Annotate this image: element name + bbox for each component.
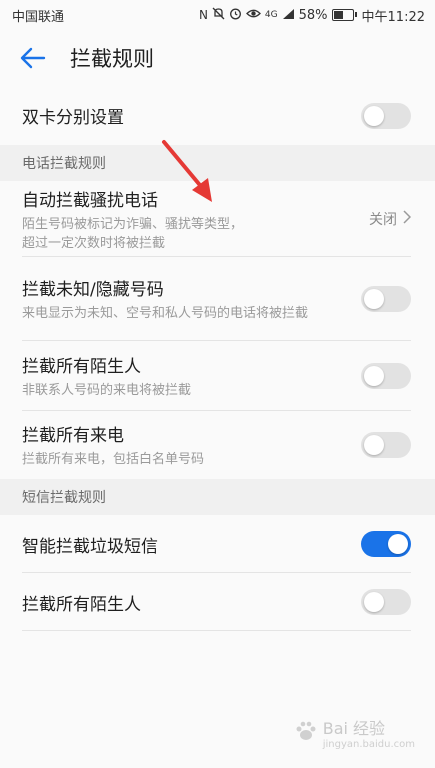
alarm-icon bbox=[229, 7, 242, 23]
header: 拦截规则 bbox=[0, 30, 435, 86]
all-calls-toggle[interactable] bbox=[361, 432, 411, 458]
auto-block-subtitle: 陌生号码被标记为诈骗、骚扰等类型，超过一定次数时将被拦截 bbox=[22, 216, 244, 251]
nfc-icon: N bbox=[198, 8, 208, 22]
divider bbox=[22, 630, 411, 631]
smart-sms-title: 智能拦截垃圾短信 bbox=[22, 536, 158, 557]
clock: 中午11:22 bbox=[361, 9, 425, 25]
all-strangers-sms-title: 拦截所有陌生人 bbox=[22, 594, 141, 615]
battery-percent: 58% bbox=[298, 7, 328, 23]
chevron-right-icon bbox=[403, 210, 412, 228]
all-strangers-sms-row[interactable]: 拦截所有陌生人 bbox=[0, 573, 435, 631]
all-strangers-sms-toggle[interactable] bbox=[361, 589, 411, 615]
all-calls-row[interactable]: 拦截所有来电 拦截所有来电，包括白名单号码 bbox=[0, 411, 435, 479]
auto-block-value[interactable]: 关闭 bbox=[369, 209, 412, 229]
status-bar: 中国联通 N 4G 58% 中午11:22 bbox=[0, 0, 435, 30]
unknown-hidden-toggle[interactable] bbox=[361, 286, 411, 312]
dual-sim-toggle[interactable] bbox=[361, 102, 411, 129]
mute-icon bbox=[212, 7, 225, 23]
watermark-text: Bai 经验 bbox=[322, 719, 386, 738]
battery-icon bbox=[331, 9, 357, 21]
watermark: Bai 经验 jingyan.baidu.com bbox=[295, 715, 415, 750]
auto-block-value-label: 关闭 bbox=[369, 212, 397, 228]
all-strangers-call-title: 拦截所有陌生人 bbox=[22, 357, 141, 377]
unknown-hidden-subtitle: 来电显示为未知、空号和私人号码的电话将被拦截 bbox=[22, 306, 309, 321]
all-calls-subtitle: 拦截所有来电，包括白名单号码 bbox=[22, 452, 205, 467]
section-call-rules: 电话拦截规则 bbox=[0, 145, 435, 181]
unknown-hidden-row[interactable]: 拦截未知/隐藏号码 来电显示为未知、空号和私人号码的电话将被拦截 bbox=[0, 257, 435, 341]
auto-block-row[interactable]: 自动拦截骚扰电话 陌生号码被标记为诈骗、骚扰等类型，超过一定次数时将被拦截 关闭 bbox=[0, 181, 435, 257]
dual-sim-title: 双卡分别设置 bbox=[22, 108, 124, 128]
unknown-hidden-title: 拦截未知/隐藏号码 bbox=[22, 280, 164, 300]
smart-sms-row[interactable]: 智能拦截垃圾短信 bbox=[0, 515, 435, 573]
all-strangers-call-row[interactable]: 拦截所有陌生人 非联系人号码的来电将被拦截 bbox=[0, 341, 435, 411]
all-calls-title: 拦截所有来电 bbox=[22, 426, 124, 446]
carrier-label: 中国联通 bbox=[12, 9, 65, 25]
dual-sim-row[interactable]: 双卡分别设置 bbox=[0, 86, 435, 145]
smart-sms-toggle[interactable] bbox=[361, 531, 411, 557]
paw-logo-icon bbox=[295, 720, 317, 746]
eye-icon bbox=[246, 8, 261, 22]
all-strangers-call-subtitle: 非联系人号码的来电将被拦截 bbox=[22, 383, 192, 398]
watermark-url: jingyan.baidu.com bbox=[322, 739, 415, 750]
auto-block-title: 自动拦截骚扰电话 bbox=[22, 190, 158, 211]
section-sms-rules: 短信拦截规则 bbox=[0, 479, 435, 515]
page-title: 拦截规则 bbox=[70, 47, 154, 71]
all-strangers-call-toggle[interactable] bbox=[361, 363, 411, 389]
network-type: 4G bbox=[264, 10, 278, 20]
signal-icon bbox=[282, 8, 295, 23]
back-arrow-icon[interactable] bbox=[20, 43, 50, 73]
